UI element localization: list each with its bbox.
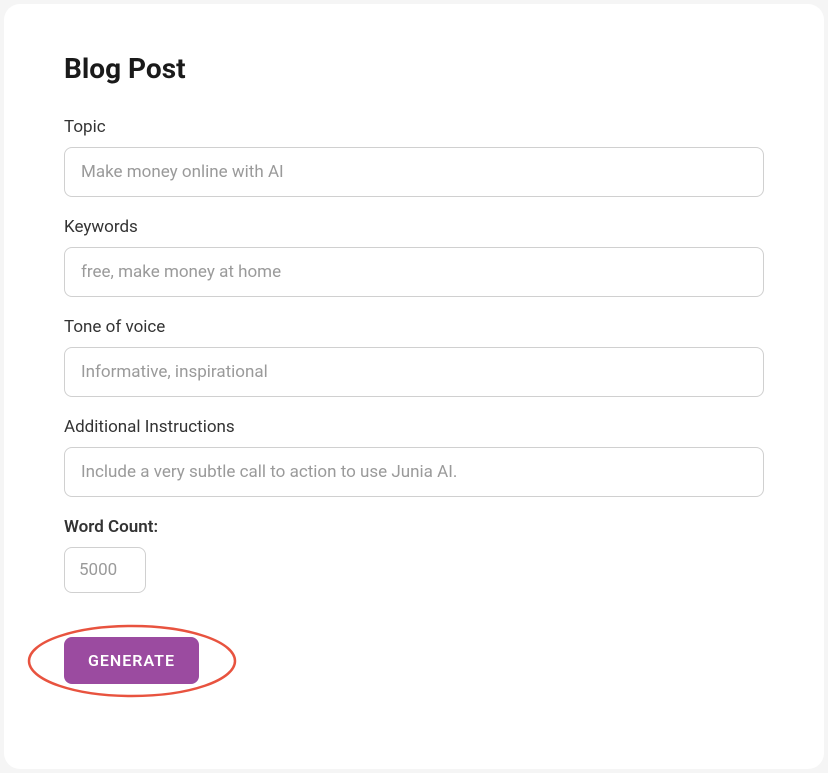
word-count-label: Word Count: (64, 517, 764, 537)
tone-input[interactable] (64, 347, 764, 397)
topic-group: Topic (64, 117, 764, 197)
generate-button[interactable]: GENERATE (64, 637, 199, 684)
word-count-input[interactable] (64, 547, 146, 593)
topic-label: Topic (64, 117, 764, 137)
keywords-group: Keywords (64, 217, 764, 297)
topic-input[interactable] (64, 147, 764, 197)
instructions-group: Additional Instructions (64, 417, 764, 497)
blog-post-card: Blog Post Topic Keywords Tone of voice A… (4, 4, 824, 769)
keywords-label: Keywords (64, 217, 764, 237)
page-title: Blog Post (64, 52, 764, 85)
generate-button-wrap: GENERATE (64, 637, 199, 684)
instructions-label: Additional Instructions (64, 417, 764, 437)
tone-group: Tone of voice (64, 317, 764, 397)
word-count-group: Word Count: (64, 517, 764, 593)
keywords-input[interactable] (64, 247, 764, 297)
instructions-input[interactable] (64, 447, 764, 497)
tone-label: Tone of voice (64, 317, 764, 337)
